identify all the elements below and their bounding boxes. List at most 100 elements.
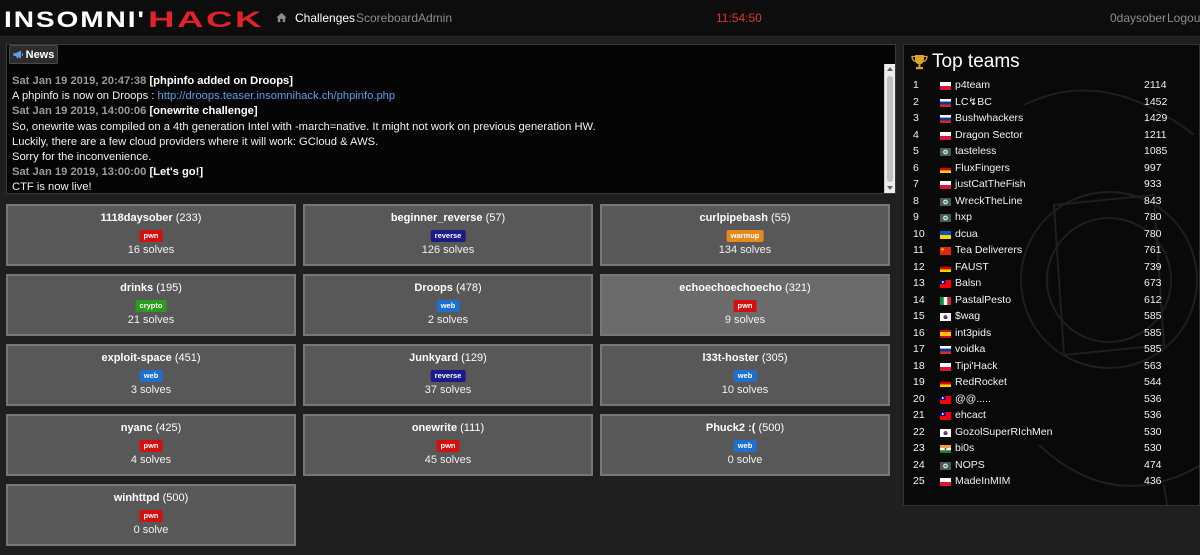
team-row[interactable]: 6 FluxFingers 997 [904, 161, 1199, 177]
challenge-title: beginner_reverse (57) [305, 212, 591, 224]
team-row[interactable]: 10 dcua 780 [904, 227, 1199, 243]
challenge-card[interactable]: 1118daysober (233) pwn 16 solves [6, 204, 296, 266]
nav-admin[interactable]: Admin [418, 11, 452, 25]
nav-scoreboard[interactable]: Scoreboard [356, 11, 418, 25]
nav-challenges[interactable]: Challenges [295, 11, 355, 25]
team-row[interactable]: 13 Balsn 673 [904, 276, 1199, 292]
top-teams-header: Top teams [911, 51, 1020, 73]
team-row[interactable]: 3 Bushwhackers 1429 [904, 111, 1199, 127]
scroll-up-arrow-icon[interactable] [887, 67, 893, 71]
challenge-points: (111) [460, 422, 485, 434]
team-name[interactable]: bi0s [955, 442, 974, 454]
team-row[interactable]: 17 voidka 585 [904, 342, 1199, 358]
team-name[interactable]: WreckTheLine [955, 195, 1023, 207]
team-row[interactable]: 21 ehcact 536 [904, 408, 1199, 424]
team-row[interactable]: 4 Dragon Sector 1211 [904, 128, 1199, 144]
team-row[interactable]: 18 Tipi'Hack 563 [904, 359, 1199, 375]
team-row[interactable]: 20 @@..... 536 [904, 392, 1199, 408]
news-body-line: CTF is now live! [12, 180, 882, 191]
challenge-card[interactable]: l33t-hoster (305) web 10 solves [600, 344, 890, 406]
challenge-card[interactable]: drinks (195) crypto 21 solves [6, 274, 296, 336]
challenge-name: 1118daysober [100, 212, 173, 224]
challenge-card[interactable]: exploit-space (451) web 3 solves [6, 344, 296, 406]
team-rank: 10 [913, 227, 925, 240]
team-name[interactable]: NOPS [955, 459, 985, 471]
news-tab[interactable]: News [9, 45, 58, 64]
team-rank: 6 [913, 161, 919, 174]
team-name[interactable]: hxp [955, 211, 972, 223]
team-name[interactable]: @@..... [955, 393, 991, 405]
team-row[interactable]: 1 p4team 2114 [904, 78, 1199, 94]
team-row[interactable]: 15 $wag 585 [904, 309, 1199, 325]
challenge-category-badge: pwn [733, 300, 757, 312]
country-flag-icon [940, 329, 951, 338]
country-flag-icon [940, 82, 951, 90]
team-row[interactable]: 22 GozolSuperRIchMen 530 [904, 425, 1199, 441]
challenge-card[interactable]: nyanc (425) pwn 4 solves [6, 414, 296, 476]
team-name[interactable]: int3pids [955, 327, 991, 339]
news-body-line: Sorry for the inconvenience. [12, 150, 882, 165]
team-row[interactable]: 16 int3pids 585 [904, 326, 1199, 342]
challenge-card[interactable]: winhttpd (500) pwn 0 solve [6, 484, 296, 546]
team-row[interactable]: 9 hxp 780 [904, 210, 1199, 226]
challenge-card[interactable]: onewrite (111) pwn 45 solves [303, 414, 593, 476]
team-name[interactable]: LC↯BC [955, 96, 992, 108]
team-row[interactable]: 23 bi0s 530 [904, 441, 1199, 457]
team-rank: 3 [913, 112, 919, 124]
team-row[interactable]: 19 RedRocket 544 [904, 375, 1199, 391]
challenge-card[interactable]: Droops (478) web 2 solves [303, 274, 593, 336]
team-name[interactable]: PastalPesto [955, 294, 1011, 306]
team-row[interactable]: 11 Tea Deliverers 761 [904, 243, 1199, 259]
team-row[interactable]: 24 NOPS 474 [904, 458, 1199, 474]
team-name[interactable]: justCatTheFish [955, 178, 1026, 190]
challenge-name: Phuck2 :( [705, 422, 756, 434]
team-row[interactable]: 7 justCatTheFish 933 [904, 177, 1199, 193]
challenge-name: exploit-space [101, 352, 172, 364]
team-name[interactable]: Tipi'Hack [955, 360, 997, 372]
nav-user[interactable]: 0daysober [1110, 11, 1166, 25]
news-body-line: A phpinfo is now on Droops : http://droo… [12, 89, 882, 104]
team-rank: 21 [913, 409, 925, 421]
challenge-card[interactable]: Phuck2 :( (500) web 0 solve [600, 414, 890, 476]
scroll-thumb[interactable] [887, 76, 893, 182]
team-row[interactable]: 14 PastalPesto 612 [904, 293, 1199, 309]
challenge-solves: 9 solves [724, 314, 766, 326]
team-name[interactable]: FluxFingers [955, 162, 1010, 174]
home-icon[interactable] [276, 12, 287, 23]
team-name[interactable]: Balsn [955, 277, 981, 289]
team-name[interactable]: Dragon Sector [955, 129, 1023, 141]
team-name[interactable]: dcua [955, 228, 978, 240]
scroll-down-arrow-icon[interactable] [887, 186, 893, 190]
team-row[interactable]: 8 WreckTheLine 843 [904, 194, 1199, 210]
team-name[interactable]: FAUST [955, 261, 989, 273]
team-score: 585 [1144, 326, 1162, 339]
team-name[interactable]: ehcact [955, 409, 986, 421]
challenge-card[interactable]: Junkyard (129) reverse 37 solves [303, 344, 593, 406]
team-name[interactable]: RedRocket [955, 376, 1007, 388]
challenge-card[interactable]: echoechoechoecho (321) pwn 9 solves [600, 274, 890, 336]
news-scrollbar[interactable] [884, 64, 895, 193]
country-flag-icon [940, 478, 951, 486]
news-link[interactable]: http://droops.teaser.insomnihack.ch/phpi… [158, 90, 396, 102]
team-row[interactable]: 12 FAUST 739 [904, 260, 1199, 276]
nav-logout[interactable]: Logout [1167, 11, 1200, 25]
team-name[interactable]: tasteless [955, 145, 996, 157]
team-name[interactable]: GozolSuperRIchMen [955, 426, 1052, 438]
team-name[interactable]: p4team [955, 79, 990, 91]
team-row[interactable]: 25 MadeInMIM 436 [904, 474, 1199, 490]
team-name[interactable]: Bushwhackers [955, 112, 1023, 124]
country-flag-icon [940, 313, 951, 321]
team-name[interactable]: MadeInMIM [955, 475, 1010, 487]
team-row[interactable]: 2 LC↯BC 1452 [904, 95, 1199, 111]
insomnihack-logo[interactable]: INSOMNI' HACK [4, 8, 266, 30]
challenge-card[interactable]: beginner_reverse (57) reverse 126 solves [303, 204, 593, 266]
challenge-category-badge: pwn [139, 440, 163, 452]
team-score: 530 [1144, 442, 1162, 454]
team-name[interactable]: voidka [955, 343, 985, 355]
team-name[interactable]: $wag [955, 310, 980, 322]
team-score: 673 [1144, 277, 1162, 289]
team-row[interactable]: 5 tasteless 1085 [904, 144, 1199, 160]
team-name[interactable]: Tea Deliverers [955, 244, 1022, 256]
news-feed[interactable]: Sat Jan 19 2019, 20:47:38 [phpinfo added… [12, 74, 882, 191]
challenge-card[interactable]: curlpipebash (55) warmup 134 solves [600, 204, 890, 266]
